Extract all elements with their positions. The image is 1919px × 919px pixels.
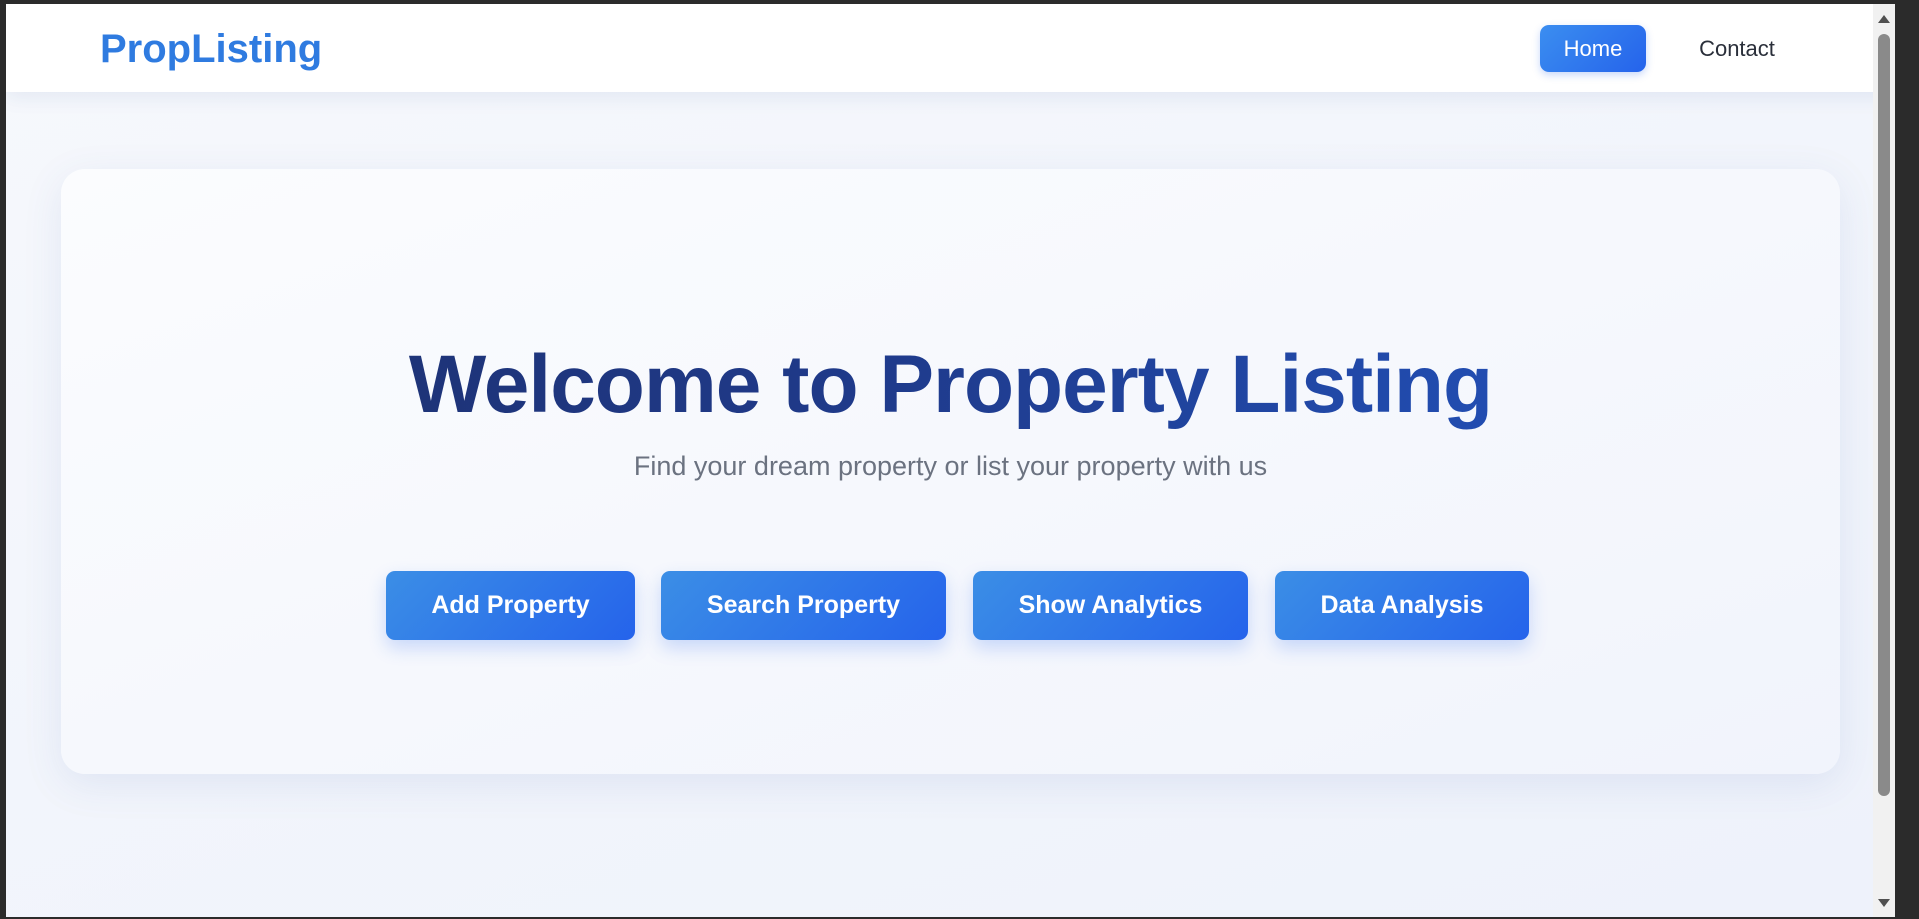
show-analytics-button[interactable]: Show Analytics xyxy=(973,571,1248,640)
vertical-scrollbar[interactable] xyxy=(1873,4,1895,917)
top-navbar: PropListing Home Contact xyxy=(6,4,1895,92)
hero-card: Welcome to Property Listing Find your dr… xyxy=(61,169,1840,774)
browser-viewport: PropListing Home Contact Welcome to Prop… xyxy=(6,4,1895,917)
add-property-button[interactable]: Add Property xyxy=(386,571,635,640)
hero-subtitle: Find your dream property or list your pr… xyxy=(633,451,1268,481)
hero-title: Welcome to Property Listing xyxy=(61,335,1840,435)
triangle-up-icon[interactable] xyxy=(1878,15,1890,23)
triangle-down-icon[interactable] xyxy=(1878,899,1890,907)
search-property-button[interactable]: Search Property xyxy=(661,571,946,640)
nav-link-contact[interactable]: Contact xyxy=(1682,25,1792,72)
brand-logo[interactable]: PropListing xyxy=(100,27,322,72)
nav-link-home[interactable]: Home xyxy=(1540,25,1646,72)
data-analysis-button[interactable]: Data Analysis xyxy=(1275,571,1529,640)
scrollbar-thumb[interactable] xyxy=(1878,34,1890,796)
